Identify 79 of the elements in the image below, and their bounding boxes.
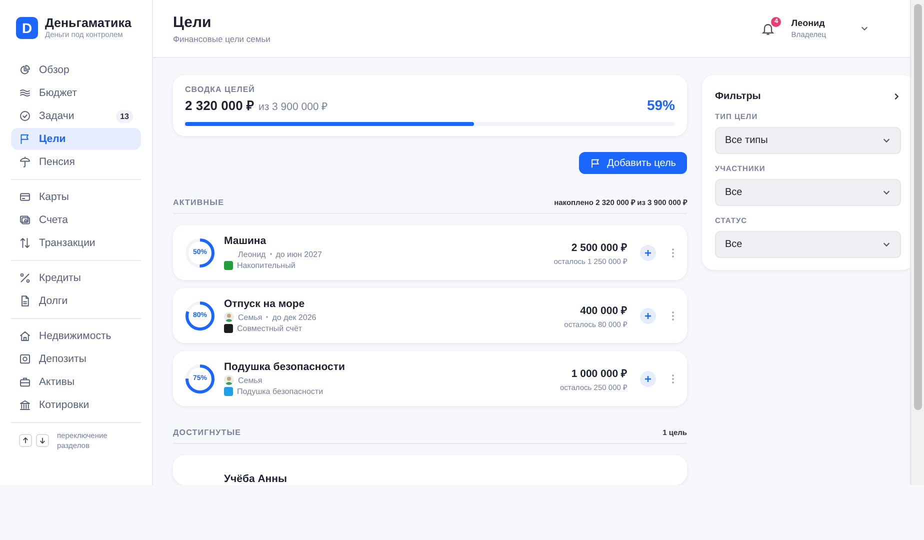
goal-deadline: до июн 2027 <box>276 250 322 258</box>
goal-owner: Семья <box>238 376 262 384</box>
count-badge: 13 <box>116 110 133 122</box>
goal-amount: 1 000 000 ₽ <box>571 366 627 380</box>
page-subtitle: Финансовые цели семьи <box>173 34 270 44</box>
sidebar-item[interactable]: Котировки <box>11 394 141 416</box>
goal-owner: Семья <box>238 312 262 322</box>
waves-icon <box>19 87 31 99</box>
house-icon <box>19 330 31 342</box>
add-funds-button[interactable] <box>640 308 656 324</box>
chevron-down-icon <box>882 188 891 197</box>
goal-amount: 400 000 ₽ <box>580 304 627 316</box>
document-icon <box>19 295 31 307</box>
goal-deadline: до дек 2026 <box>272 312 316 322</box>
arrow-up-key-icon <box>19 434 32 448</box>
plus-icon <box>644 312 652 320</box>
plus-icon <box>644 248 652 256</box>
goal-name: Отпуск на море <box>224 298 306 310</box>
sidebar-item[interactable]: Обзор <box>11 59 141 81</box>
briefcase-icon <box>19 376 31 388</box>
separator-dot <box>270 253 272 255</box>
sidebar-item[interactable]: Недвижимость <box>11 325 141 347</box>
safe-icon <box>19 353 31 365</box>
user-name: Леонид <box>791 18 826 28</box>
up-down-arrows-icon <box>19 237 31 249</box>
percent-icon <box>19 272 31 284</box>
goal-card[interactable]: Учёба Анны <box>173 455 687 485</box>
account-name: Совместный счёт <box>237 324 302 333</box>
app-name: Деньгаматика <box>45 16 132 30</box>
account-name: Накопительный <box>237 261 296 270</box>
flag-icon <box>19 133 31 145</box>
pie-chart-icon <box>19 64 31 76</box>
sidebar-item[interactable]: Бюджет <box>11 82 141 104</box>
umbrella-icon <box>19 156 31 168</box>
add-funds-button[interactable] <box>640 370 656 386</box>
bank-icon <box>19 399 31 411</box>
plus-icon <box>644 374 652 382</box>
check-circle-icon <box>19 110 31 122</box>
separator-dot <box>266 316 268 318</box>
filter-dropdown[interactable]: Все <box>715 231 901 258</box>
flag-icon <box>590 158 602 168</box>
wallet-icon <box>19 214 31 226</box>
saved-amount: 2 320 000 ₽ <box>185 97 254 114</box>
add-funds-button[interactable] <box>640 244 656 260</box>
chevron-right-icon[interactable] <box>892 92 901 101</box>
goal-name: Машина <box>224 235 268 247</box>
sidebar-item[interactable]: Карты <box>11 186 141 208</box>
add-goal-button[interactable]: Добавить цель <box>579 152 687 174</box>
goal-name: Учёба Анны <box>224 473 287 485</box>
filter-dropdown[interactable]: Все типы <box>715 127 901 154</box>
card-icon <box>19 191 31 203</box>
progress-percent: 59% <box>646 97 675 113</box>
goal-name: Подушка безопасности <box>224 361 346 373</box>
page-title: Цели <box>173 14 212 30</box>
section-title: АКТИВНЫЕ <box>173 198 224 206</box>
sidebar-item[interactable]: Депозиты <box>11 348 141 370</box>
chevron-down-icon <box>882 240 891 249</box>
panel-title: Фильтры <box>715 91 761 102</box>
sidebar-item[interactable]: Кредиты <box>11 267 141 289</box>
app-logo: D <box>16 16 38 38</box>
scrollbar[interactable] <box>910 0 924 485</box>
sidebar-item[interactable]: Задачи 13 <box>11 105 141 127</box>
chevron-down-icon[interactable] <box>860 24 869 33</box>
sidebar-item[interactable]: Счета <box>11 209 141 231</box>
account-name: Подушка безопасности <box>237 387 324 396</box>
sidebar-item[interactable]: Цели <box>11 128 141 150</box>
arrow-down-key-icon <box>36 434 49 448</box>
sidebar-item[interactable]: Пенсия <box>11 151 141 173</box>
chevron-down-icon <box>882 136 891 145</box>
section-title: ДОСТИГНУТЫЕ <box>173 428 242 437</box>
bell-icon[interactable] <box>761 22 776 36</box>
sidebar-item[interactable]: Активы <box>11 371 141 393</box>
summary-label: СВОДКА ЦЕЛЕЙ <box>185 85 256 94</box>
sidebar-item[interactable]: Транзакции <box>11 232 141 254</box>
goal-amount: 2 500 000 ₽ <box>571 240 627 254</box>
filter-dropdown[interactable]: Все <box>715 179 901 206</box>
goal-owner: Леонид <box>238 250 266 258</box>
sidebar-item[interactable]: Долги <box>11 290 141 312</box>
target-amount: из 3 900 000 ₽ <box>258 100 328 113</box>
